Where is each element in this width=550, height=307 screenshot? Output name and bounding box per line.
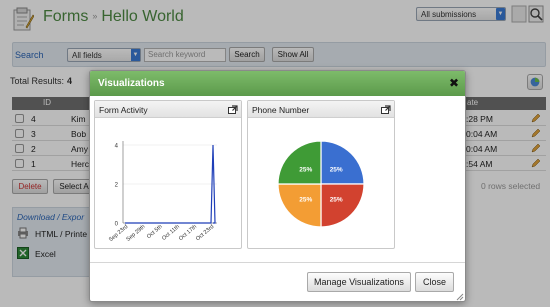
pie-slice <box>277 183 322 228</box>
phone-number-title: Phone Number <box>252 105 310 115</box>
y-tick-label: 2 <box>115 183 119 189</box>
pie-slice-label: 25% <box>299 197 312 204</box>
pie-slice <box>320 183 365 228</box>
dialog-title: Visualizations <box>98 78 165 89</box>
close-icon[interactable]: ✖ <box>449 76 459 90</box>
form-activity-line-chart: 024Sep 23rdSep 29th Oct 5thOct 11thOct 17… <box>108 141 217 243</box>
close-button[interactable]: Close <box>415 272 454 292</box>
dialog-footer-divider <box>90 262 465 263</box>
y-tick-label: 4 <box>115 144 119 150</box>
popout-icon[interactable] <box>381 105 391 114</box>
x-tick-label: Oct 23rd <box>195 224 215 242</box>
pie-slice <box>277 140 322 185</box>
manage-visualizations-button[interactable]: Manage Visualizations <box>307 272 411 292</box>
y-tick-label: 0 <box>115 222 119 228</box>
pie-slice <box>320 140 365 185</box>
x-tick-label: Sep 29th <box>125 224 146 243</box>
pie-slice-label: 25% <box>330 197 343 204</box>
x-tick-label: Oct 17th <box>178 224 198 242</box>
pie-slice-label: 25% <box>330 166 343 173</box>
x-tick-label: Oct 11th <box>161 224 181 242</box>
phone-number-pie-chart: 25% 25% 25% 25% <box>277 140 365 228</box>
resize-grip-icon[interactable] <box>455 292 464 301</box>
form-activity-title: Form Activity <box>99 105 148 115</box>
pie-slice-label: 25% <box>299 166 312 173</box>
popout-icon[interactable] <box>228 105 238 114</box>
